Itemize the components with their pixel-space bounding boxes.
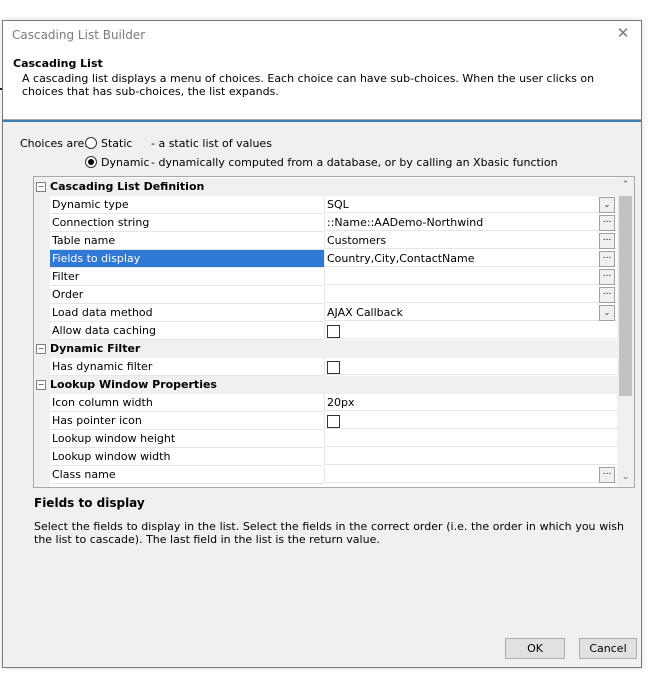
dynamic-radio-description: - dynamically computed from a database, …: [151, 156, 558, 169]
property-row-has-pointer-icon[interactable]: Has pointer icon: [34, 412, 617, 430]
header-description: A cascading list displays a menu of choi…: [22, 72, 595, 98]
close-icon[interactable]: ✕: [615, 25, 631, 41]
property-name: Lookup window width: [50, 448, 324, 466]
property-row-has-dynamic-filter[interactable]: Has dynamic filter: [34, 358, 617, 376]
property-row-lookup-window-height[interactable]: Lookup window height: [34, 430, 617, 448]
property-grid: − Cascading List Definition Dynamic type…: [33, 176, 635, 488]
property-row-lookup-window-width[interactable]: Lookup window width: [34, 448, 617, 466]
property-value[interactable]: ::Name::AADemo-Northwind...: [324, 214, 617, 231]
property-value-text: Country,City,ContactName: [327, 252, 475, 265]
cascading-list-builder-dialog: Cascading List Builder ✕ Cascading List …: [2, 20, 642, 668]
collapse-icon[interactable]: −: [36, 380, 46, 390]
cancel-button[interactable]: Cancel: [579, 638, 637, 659]
help-title: Fields to display: [34, 496, 145, 510]
ok-button[interactable]: OK: [505, 638, 565, 659]
property-name: Lookup window height: [50, 430, 324, 448]
header-divider: [3, 120, 641, 122]
dialog-title: Cascading List Builder: [12, 28, 146, 42]
category-dynamic-filter[interactable]: − Dynamic Filter: [34, 340, 617, 358]
category-label: Dynamic Filter: [50, 342, 141, 355]
property-value[interactable]: [324, 322, 617, 339]
ellipsis-button[interactable]: ...: [599, 251, 615, 267]
property-value[interactable]: ...: [324, 286, 617, 303]
property-name: Load data method: [50, 304, 324, 322]
ellipsis-button[interactable]: ...: [599, 287, 615, 303]
property-row-icon-column-width[interactable]: Icon column width 20px: [34, 394, 617, 412]
dynamic-radio[interactable]: [85, 156, 97, 168]
property-name-selected: Fields to display: [50, 250, 324, 268]
property-value-text: ::Name::AADemo-Northwind: [327, 216, 484, 229]
chevron-down-icon[interactable]: ⌄: [599, 197, 615, 213]
property-row-fields-to-display[interactable]: Fields to display Country,City,ContactNa…: [34, 250, 617, 268]
property-name: Connection string: [50, 214, 324, 232]
property-row-class-name[interactable]: Class name ...: [34, 466, 617, 484]
property-row-connection-string[interactable]: Connection string ::Name::AADemo-Northwi…: [34, 214, 617, 232]
property-value[interactable]: [324, 430, 617, 447]
property-name: Class name: [50, 466, 324, 484]
static-radio[interactable]: [85, 137, 97, 149]
ellipsis-button[interactable]: ...: [599, 269, 615, 285]
property-row-order[interactable]: Order ...: [34, 286, 617, 304]
property-value-text: AJAX Callback: [327, 306, 403, 319]
property-name: Allow data caching: [50, 322, 324, 340]
property-value[interactable]: [324, 448, 617, 465]
property-name: Icon column width: [50, 394, 324, 412]
property-row-filter[interactable]: Filter ...: [34, 268, 617, 286]
header-title: Cascading List: [13, 57, 103, 70]
property-row-allow-data-caching[interactable]: Allow data caching: [34, 322, 617, 340]
ellipsis-button[interactable]: ...: [599, 467, 615, 483]
title-bar[interactable]: Cascading List Builder ✕: [3, 21, 641, 48]
property-value[interactable]: AJAX Callback ⌄: [324, 304, 617, 321]
property-value[interactable]: ...: [324, 466, 617, 483]
property-row-table-name[interactable]: Table name Customers...: [34, 232, 617, 250]
property-name: Has pointer icon: [50, 412, 324, 430]
ellipsis-button[interactable]: ...: [599, 233, 615, 249]
category-label: Cascading List Definition: [50, 180, 205, 193]
dynamic-radio-label[interactable]: Dynamic: [101, 156, 150, 169]
collapse-icon[interactable]: −: [36, 182, 46, 192]
scroll-down-icon[interactable]: ⌄: [617, 469, 634, 486]
category-cascading-list-definition[interactable]: − Cascading List Definition: [34, 178, 617, 196]
property-row-dynamic-type[interactable]: Dynamic type SQL ⌄: [34, 196, 617, 214]
property-name: Table name: [50, 232, 324, 250]
property-value[interactable]: [324, 412, 617, 429]
property-value-text: SQL: [327, 198, 349, 211]
property-name: Filter: [50, 268, 324, 286]
property-value-text: Customers: [327, 234, 387, 247]
dialog-header: Cascading List A cascading list displays…: [3, 48, 641, 120]
property-name: Order: [50, 286, 324, 304]
collapse-icon[interactable]: −: [36, 344, 46, 354]
ellipsis-button[interactable]: ...: [599, 215, 615, 231]
property-value[interactable]: Country,City,ContactName...: [324, 250, 617, 267]
static-radio-label[interactable]: Static: [101, 137, 132, 150]
property-row-load-data-method[interactable]: Load data method AJAX Callback ⌄: [34, 304, 617, 322]
static-radio-description: - a static list of values: [151, 137, 272, 150]
category-lookup-window-properties[interactable]: − Lookup Window Properties: [34, 376, 617, 394]
vertical-scrollbar[interactable]: ⌃ ⌄: [617, 177, 634, 487]
choices-label: Choices are:: [20, 137, 88, 150]
property-name: Dynamic type: [50, 196, 324, 214]
property-name: Has dynamic filter: [50, 358, 324, 376]
scroll-up-icon[interactable]: ⌃: [617, 177, 634, 194]
background-area: [0, 670, 654, 695]
has-dynamic-filter-checkbox[interactable]: [327, 361, 340, 374]
scroll-thumb[interactable]: [619, 196, 632, 396]
property-value[interactable]: ...: [324, 268, 617, 285]
help-text: Select the fields to display in the list…: [34, 520, 624, 546]
property-value[interactable]: Customers...: [324, 232, 617, 249]
chevron-down-icon[interactable]: ⌄: [599, 305, 615, 321]
property-value-text: 20px: [327, 396, 355, 409]
property-value[interactable]: SQL ⌄: [324, 196, 617, 213]
category-label: Lookup Window Properties: [50, 378, 217, 391]
allow-data-caching-checkbox[interactable]: [327, 325, 340, 338]
has-pointer-icon-checkbox[interactable]: [327, 415, 340, 428]
property-value[interactable]: [324, 358, 617, 375]
property-value[interactable]: 20px: [324, 394, 617, 411]
